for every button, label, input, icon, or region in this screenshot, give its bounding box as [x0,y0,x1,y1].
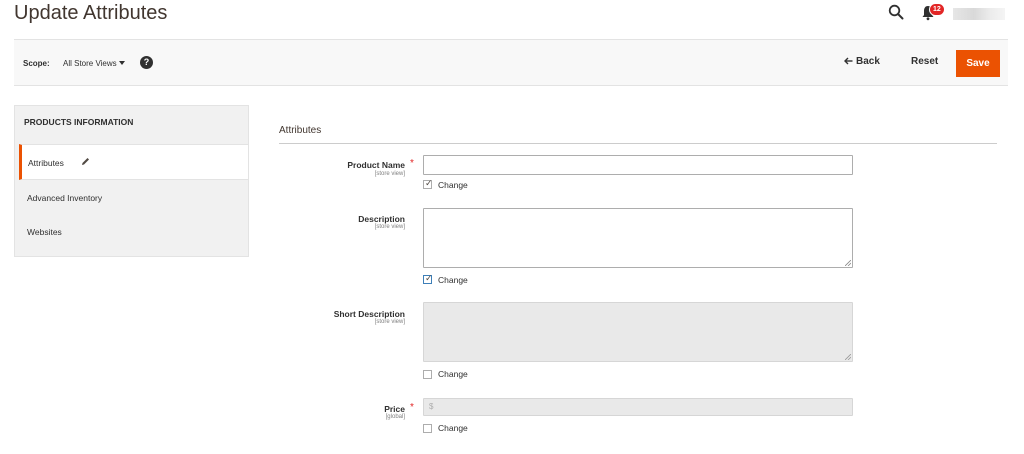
currency-prefix: $ [429,402,434,411]
short-description-scope: [store view] [374,319,405,325]
price-change-checkbox[interactable] [423,424,432,433]
required-indicator: * [410,158,414,169]
product-name-scope: [store view] [374,171,405,177]
price-input[interactable]: $ [423,398,853,416]
scope-label: Scope: [23,59,50,68]
sidebar-item-attributes[interactable]: Attributes [19,144,248,180]
save-button[interactable]: Save [956,50,1000,77]
product-name-change-label: Change [438,180,468,190]
price-change-label: Change [438,423,468,433]
sidebar-item-label: Attributes [28,158,64,168]
sidebar-item-websites[interactable]: Websites [27,227,62,237]
price-label: Price [384,404,405,414]
sidebar-item-advanced-inventory[interactable]: Advanced Inventory [27,193,102,203]
product-name-change-checkbox[interactable]: ✓ [423,178,433,189]
short-description-change-label: Change [438,369,468,379]
back-button-label: Back [856,56,880,67]
checkmark-icon: ✓ [425,273,433,283]
products-information-panel: PRODUCTS INFORMATION Attributes Advanced… [14,105,249,257]
chevron-down-icon[interactable] [119,61,125,65]
short-description-change-checkbox[interactable] [423,370,432,379]
notification-badge[interactable]: 12 [929,3,945,16]
checkmark-icon: ✓ [425,178,433,188]
resize-handle-icon[interactable] [845,354,851,360]
short-description-textarea[interactable] [423,302,853,362]
help-icon[interactable]: ? [140,56,153,69]
product-name-label: Product Name [347,160,405,170]
description-scope: [store view] [374,224,405,230]
description-textarea[interactable] [423,208,853,268]
search-icon[interactable] [888,4,904,20]
user-account-menu[interactable] [953,8,1005,20]
scope-switcher[interactable]: All Store Views [63,59,117,68]
description-label: Description [358,214,405,224]
back-button[interactable]: Back [844,56,880,67]
price-scope: [global] [385,414,405,420]
product-name-input[interactable] [423,155,853,175]
description-change-checkbox[interactable]: ✓ [423,273,433,284]
sidebar-title: PRODUCTS INFORMATION [24,117,134,127]
page-title: Update Attributes [14,2,168,24]
short-description-label: Short Description [333,309,405,319]
section-divider [279,143,997,144]
back-arrow-icon [844,57,853,64]
required-indicator: * [410,402,414,413]
reset-button[interactable]: Reset [911,56,938,67]
section-title: Attributes [279,125,322,136]
pencil-icon [82,158,89,165]
resize-handle-icon[interactable] [845,260,851,266]
page-actions-bar: Scope: All Store Views ? Back Reset Save [14,39,1008,86]
description-change-label: Change [438,275,468,285]
